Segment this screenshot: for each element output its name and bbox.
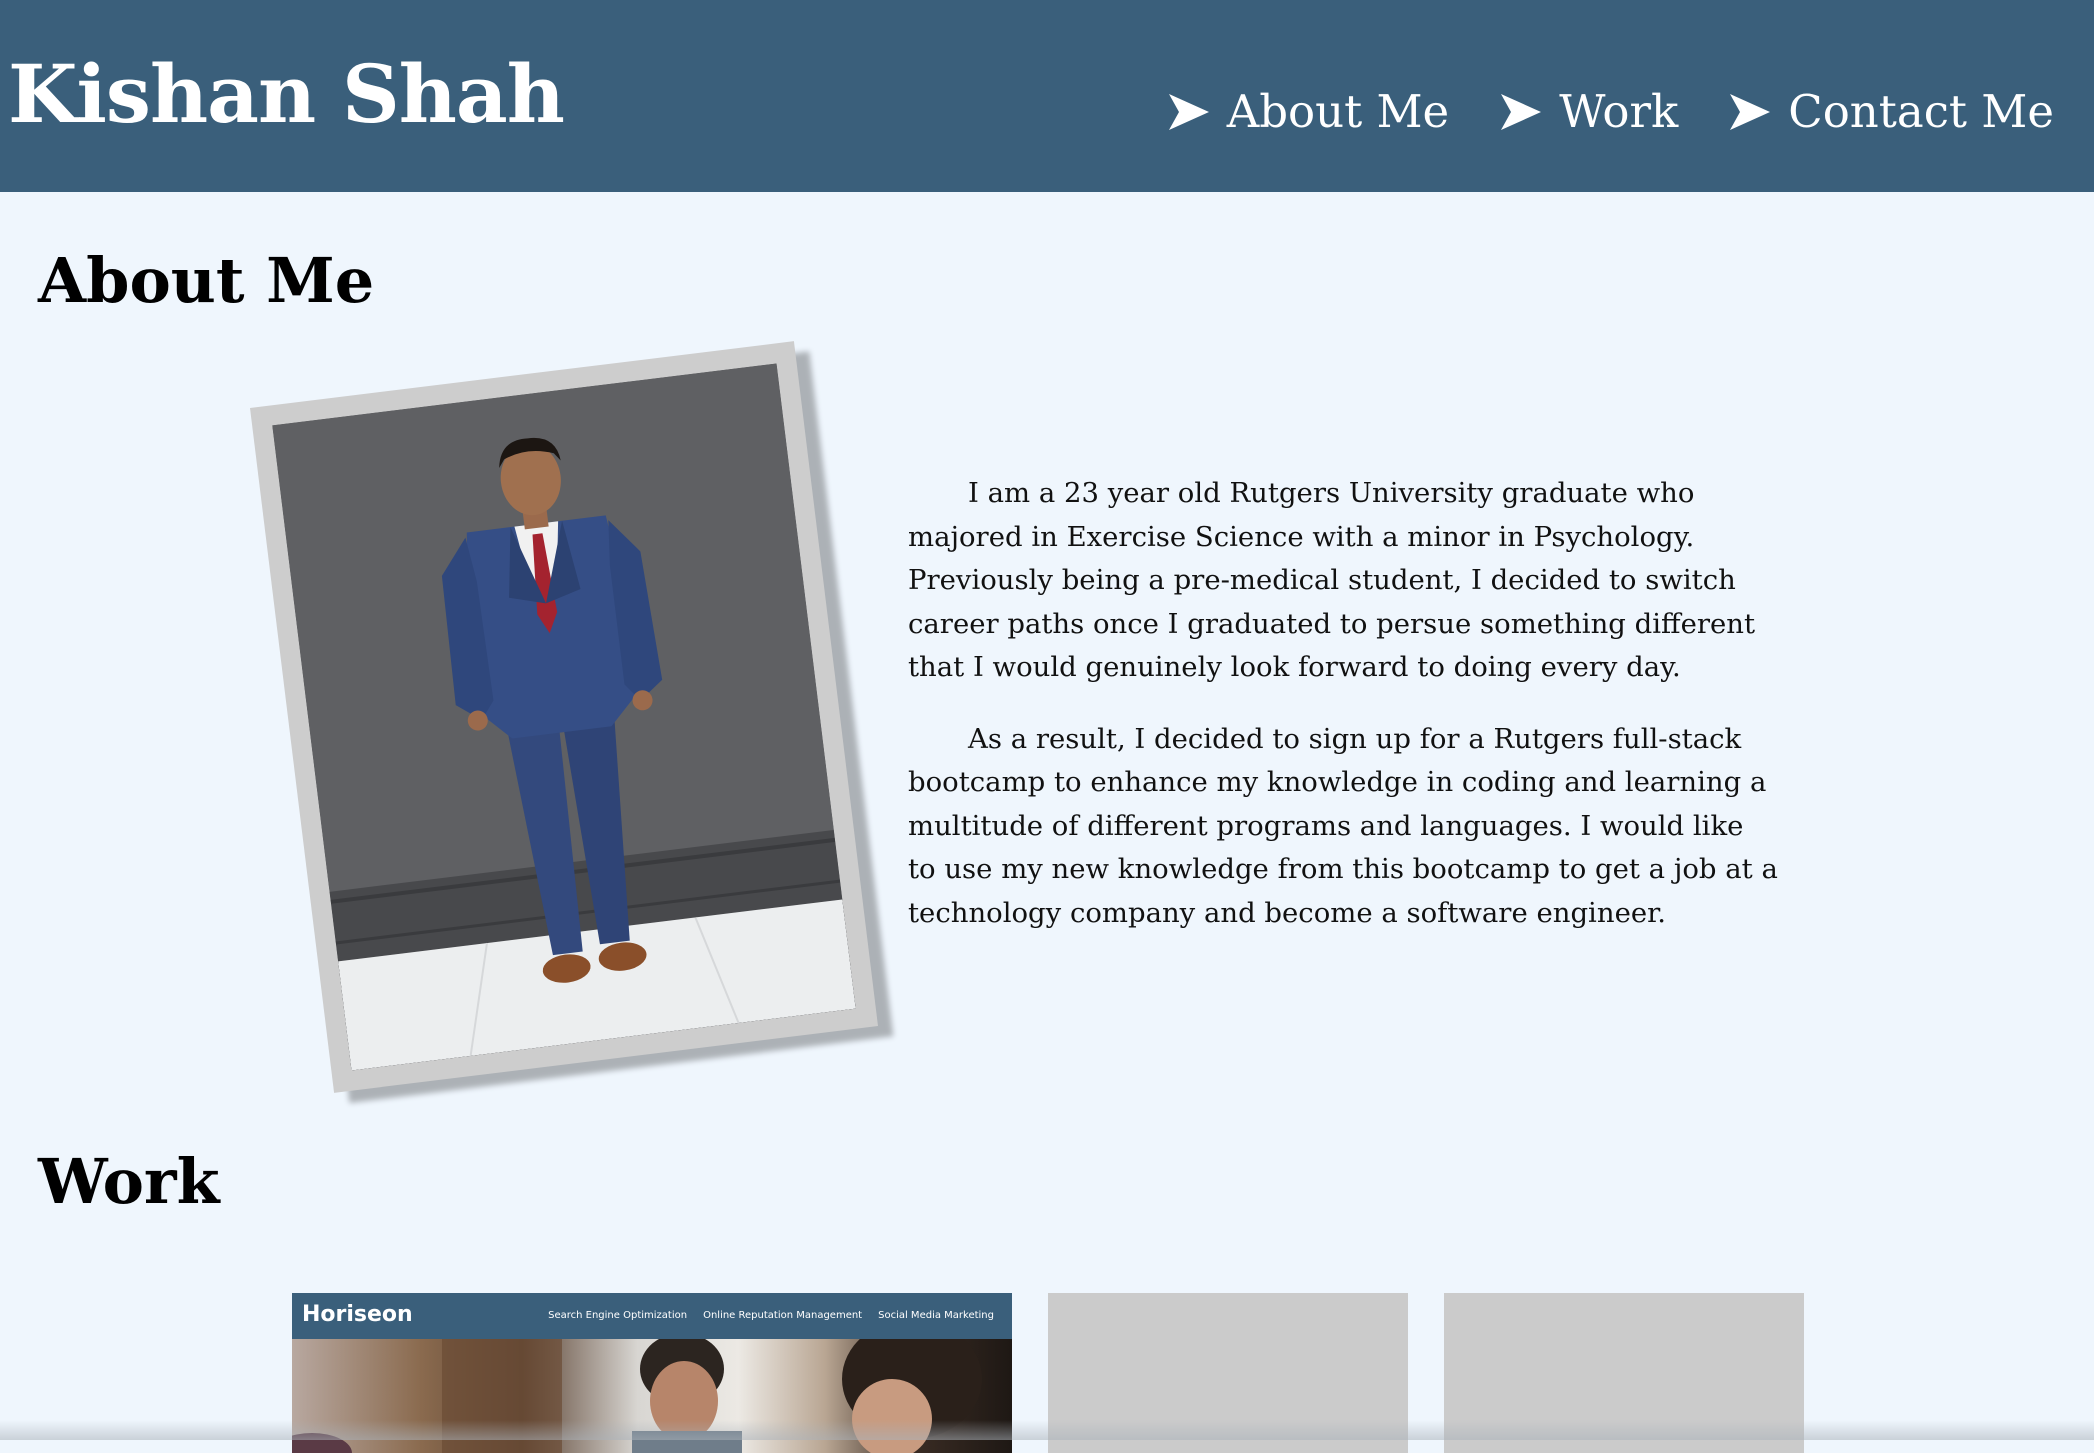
bio-paragraph: As a result, I decided to sign up for a … <box>908 722 1778 929</box>
work-card-horiseon[interactable]: Horiseon Search Engine Optimization Onli… <box>292 1293 1012 1453</box>
nav-item-contact-me[interactable]: Contact Me <box>1730 82 2054 142</box>
work-card-placeholder[interactable] <box>1444 1293 1804 1453</box>
work-heading: Work <box>38 1145 220 1218</box>
site-nav: About Me Work Contact Me <box>1168 82 2054 142</box>
nav-item-work[interactable]: Work <box>1501 82 1678 142</box>
arrow-icon <box>1501 94 1542 130</box>
bio: I am a 23 year old Rutgers University gr… <box>908 472 1778 963</box>
arrow-icon <box>1168 94 1209 130</box>
profile-photo-image <box>272 363 856 1071</box>
nav-item-about-me[interactable]: About Me <box>1168 82 1450 142</box>
project-preview-hero-image <box>292 1339 1012 1453</box>
site-title: Kishan Shah <box>8 47 565 141</box>
arrow-icon <box>1730 94 1771 130</box>
bio-paragraph: I am a 23 year old Rutgers University gr… <box>908 477 1756 683</box>
nav-label: About Me <box>1226 85 1450 138</box>
person-in-suit-illustration <box>272 363 856 1071</box>
nav-label: Contact Me <box>1788 85 2054 138</box>
site-header: Kishan Shah About Me Work Contact Me <box>0 0 2094 192</box>
project-preview-header: Horiseon Search Engine Optimization Onli… <box>292 1293 1012 1339</box>
about-heading: About Me <box>38 244 375 317</box>
project-preview-logo: Horiseon <box>302 1302 413 1327</box>
project-preview-link: Online Reputation Management <box>703 1310 863 1321</box>
project-preview-nav: Search Engine Optimization Online Reputa… <box>548 1309 994 1323</box>
work-card-placeholder[interactable] <box>1048 1293 1408 1453</box>
nav-label: Work <box>1559 85 1679 138</box>
profile-photo <box>249 341 879 1093</box>
project-preview-link: Search Engine Optimization <box>548 1310 688 1321</box>
project-preview-link: Social Media Marketing <box>878 1310 994 1321</box>
